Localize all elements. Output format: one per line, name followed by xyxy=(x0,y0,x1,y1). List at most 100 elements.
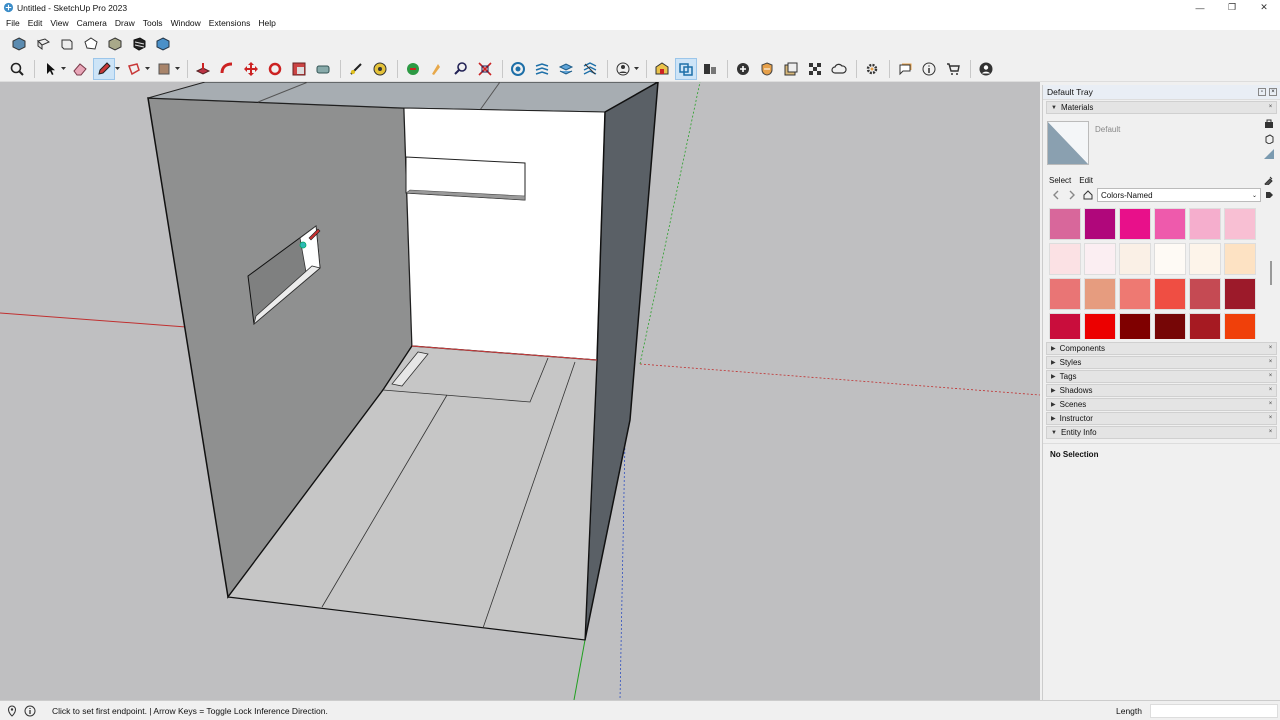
account-icon[interactable] xyxy=(975,58,997,80)
right-view-icon[interactable] xyxy=(80,33,102,55)
walk-icon[interactable] xyxy=(402,58,424,80)
home-icon[interactable] xyxy=(1083,190,1093,200)
solid-tools-icon[interactable] xyxy=(579,58,601,80)
material-swatch[interactable] xyxy=(1224,278,1256,310)
model-canvas[interactable] xyxy=(0,82,1040,700)
material-swatch[interactable] xyxy=(1119,313,1151,339)
chevron-down-icon[interactable] xyxy=(174,67,180,71)
details-arrow-icon[interactable] xyxy=(1264,190,1274,200)
create-material-icon[interactable] xyxy=(1264,119,1274,129)
close-icon[interactable]: × xyxy=(1267,429,1274,436)
scenes-panel-header[interactable]: ▶ Scenes × xyxy=(1046,398,1277,411)
front-view-icon[interactable] xyxy=(56,33,78,55)
minimize-button[interactable]: — xyxy=(1184,0,1216,15)
close-icon[interactable]: × xyxy=(1267,373,1274,380)
tab-select[interactable]: Select xyxy=(1049,176,1071,185)
move-icon[interactable] xyxy=(240,58,262,80)
menu-edit[interactable]: Edit xyxy=(24,18,47,28)
paint-bucket-icon[interactable] xyxy=(153,58,175,80)
matchphoto-icon[interactable] xyxy=(780,58,802,80)
measurement-input[interactable] xyxy=(1150,704,1278,718)
shop-icon[interactable] xyxy=(942,58,964,80)
chevron-down-icon[interactable] xyxy=(633,67,639,71)
section-icon[interactable] xyxy=(474,58,496,80)
shadows-panel-header[interactable]: ▶ Shadows × xyxy=(1046,384,1277,397)
chevron-down-icon[interactable] xyxy=(144,67,150,71)
select-icon[interactable] xyxy=(39,58,61,80)
material-swatch[interactable] xyxy=(1224,313,1256,339)
materials-icon[interactable] xyxy=(756,58,778,80)
material-swatch[interactable] xyxy=(1049,208,1081,240)
material-swatch[interactable] xyxy=(1224,208,1256,240)
zoom-window-icon[interactable] xyxy=(450,58,472,80)
menu-window[interactable]: Window xyxy=(167,18,205,28)
components-icon[interactable] xyxy=(675,58,697,80)
close-icon[interactable]: × xyxy=(1267,387,1274,394)
library-select[interactable]: Colors-Named ⌄ xyxy=(1097,188,1261,202)
instructor-panel-header[interactable]: ▶ Instructor × xyxy=(1046,412,1277,425)
menu-camera[interactable]: Camera xyxy=(73,18,111,28)
scale-icon[interactable] xyxy=(288,58,310,80)
chevron-down-icon[interactable] xyxy=(114,67,120,71)
outliner-icon[interactable] xyxy=(894,58,916,80)
styles-panel-header[interactable]: ▶ Styles × xyxy=(1046,356,1277,369)
push-pull-icon[interactable] xyxy=(192,58,214,80)
entity-info-panel-header[interactable]: ▼ Entity Info × xyxy=(1046,426,1277,439)
protractor-icon[interactable] xyxy=(345,58,367,80)
tape-measure-icon[interactable] xyxy=(312,58,334,80)
close-icon[interactable]: × xyxy=(1267,104,1274,111)
chevron-down-icon[interactable] xyxy=(60,67,66,71)
modeling-viewport[interactable] xyxy=(0,82,1040,700)
layers-icon[interactable] xyxy=(507,58,529,80)
material-swatch[interactable] xyxy=(1189,313,1221,339)
material-swatch[interactable] xyxy=(1154,243,1186,275)
menu-tools[interactable]: Tools xyxy=(139,18,167,28)
material-swatch[interactable] xyxy=(1084,278,1116,310)
material-swatch[interactable] xyxy=(1189,278,1221,310)
material-swatch[interactable] xyxy=(1154,278,1186,310)
material-swatch[interactable] xyxy=(1154,313,1186,339)
sandbox-icon[interactable] xyxy=(555,58,577,80)
eyedropper-icon[interactable] xyxy=(1264,175,1274,185)
close-icon[interactable]: × xyxy=(1267,359,1274,366)
geo-location-icon[interactable] xyxy=(6,704,18,717)
material-swatch[interactable] xyxy=(1084,208,1116,240)
material-swatch[interactable] xyxy=(1189,208,1221,240)
back-arrow-icon[interactable] xyxy=(1051,190,1061,200)
back-view-icon[interactable] xyxy=(104,33,126,55)
components-panel-header[interactable]: ▶ Components × xyxy=(1046,342,1277,355)
material-swatch[interactable] xyxy=(1154,208,1186,240)
follow-me-icon[interactable] xyxy=(216,58,238,80)
menu-extensions[interactable]: Extensions xyxy=(205,18,255,28)
scenes-icon[interactable] xyxy=(531,58,553,80)
pencil-icon[interactable] xyxy=(93,58,115,80)
material-swatch[interactable] xyxy=(1119,278,1151,310)
tags-panel-header[interactable]: ▶ Tags × xyxy=(1046,370,1277,383)
iso-view-icon[interactable] xyxy=(8,33,30,55)
warehouse-icon[interactable] xyxy=(651,58,673,80)
user-icon[interactable] xyxy=(612,58,634,80)
forward-arrow-icon[interactable] xyxy=(1067,190,1077,200)
material-swatch[interactable] xyxy=(1189,243,1221,275)
shape-icon[interactable] xyxy=(123,58,145,80)
sample-paint-icon[interactable] xyxy=(1264,149,1274,159)
top-view-icon[interactable] xyxy=(32,33,54,55)
material-swatch[interactable] xyxy=(1224,243,1256,275)
swatch-scrollbar[interactable] xyxy=(1270,213,1274,333)
material-preview-swatch[interactable] xyxy=(1047,121,1089,165)
pin-icon[interactable]: ▫ xyxy=(1258,88,1266,96)
close-icon[interactable]: × xyxy=(1267,401,1274,408)
add-location-icon[interactable] xyxy=(699,58,721,80)
material-swatch[interactable] xyxy=(1049,313,1081,339)
material-swatch[interactable] xyxy=(1084,313,1116,339)
material-swatch[interactable] xyxy=(1049,243,1081,275)
menu-help[interactable]: Help xyxy=(254,18,279,28)
material-swatch[interactable] xyxy=(1049,278,1081,310)
orbit-icon[interactable] xyxy=(369,58,391,80)
close-button[interactable]: ✕ xyxy=(1248,0,1280,15)
material-swatch[interactable] xyxy=(1119,243,1151,275)
close-icon[interactable]: × xyxy=(1267,415,1274,422)
tab-edit[interactable]: Edit xyxy=(1079,176,1093,185)
left-view-icon[interactable] xyxy=(128,33,150,55)
menu-draw[interactable]: Draw xyxy=(111,18,139,28)
